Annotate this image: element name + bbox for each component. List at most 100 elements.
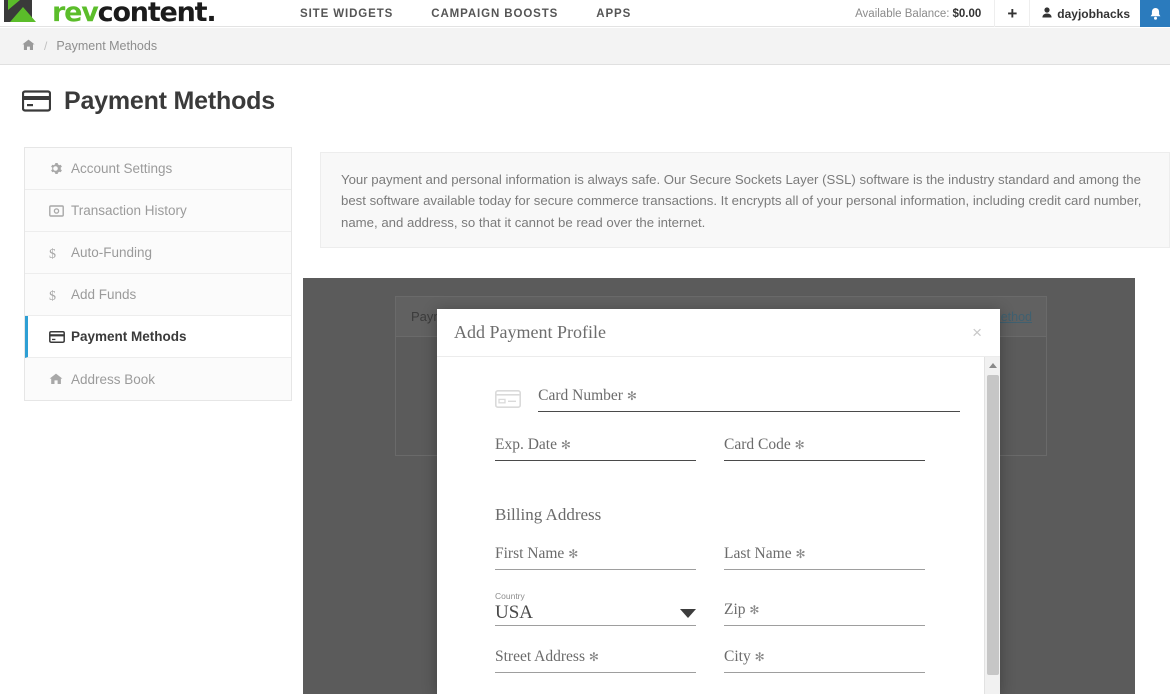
brand-wordmark: revcontent. xyxy=(52,0,217,28)
last-name-label: Last Name ✻ xyxy=(724,545,806,562)
balance-value: $0.00 xyxy=(952,7,982,20)
card-number-input[interactable] xyxy=(538,411,960,412)
dollar-icon: $ xyxy=(49,246,71,260)
name-row: First Name ✻ Last Name ✻ xyxy=(495,545,960,570)
breadcrumb-separator: / xyxy=(44,39,48,53)
country-label: Country xyxy=(495,591,525,601)
sidebar-item-account-settings[interactable]: Account Settings xyxy=(25,148,291,190)
add-payment-profile-modal: Add Payment Profile × Card Number ✻ Exp. xyxy=(437,309,1000,694)
scrollbar-thumb[interactable] xyxy=(987,375,999,675)
billing-address-heading: Billing Address xyxy=(495,505,602,524)
first-name-input[interactable] xyxy=(495,569,696,570)
required-mark: ✻ xyxy=(626,389,637,403)
home-icon xyxy=(49,373,71,385)
modal-scrollbar[interactable] xyxy=(984,357,1000,694)
first-name-field[interactable]: First Name ✻ xyxy=(495,545,696,570)
modal-title: Add Payment Profile xyxy=(454,322,606,342)
exp-date-label: Exp. Date ✻ xyxy=(495,436,571,453)
svg-text:$: $ xyxy=(49,289,56,302)
username-label: dayjobhacks xyxy=(1057,6,1130,21)
topnav-item-site-widgets[interactable]: SITE WIDGETS xyxy=(300,8,393,20)
breadcrumb: / Payment Methods xyxy=(0,28,1170,65)
sidebar-item-transaction-history[interactable]: Transaction History xyxy=(25,190,291,232)
credit-card-icon xyxy=(495,390,538,412)
required-mark: ✻ xyxy=(568,547,579,561)
dollar-icon: $ xyxy=(49,288,71,302)
security-notice: Your payment and personal information is… xyxy=(320,152,1170,249)
breadcrumb-current: Payment Methods xyxy=(56,39,158,53)
country-underline xyxy=(495,625,696,627)
sidebar-item-label: Add Funds xyxy=(71,287,137,302)
svg-text:$: $ xyxy=(49,247,56,260)
city-label: City ✻ xyxy=(724,648,765,666)
last-name-field[interactable]: Last Name ✻ xyxy=(724,545,925,570)
settings-sidebar: Account Settings Transaction History $ A… xyxy=(24,147,292,401)
brand-content: content. xyxy=(97,0,217,28)
sidebar-item-payment-methods[interactable]: Payment Methods xyxy=(25,316,291,358)
street-address-label: Street Address ✻ xyxy=(495,648,599,666)
country-zip-row: Country USA Zip ✻ xyxy=(495,591,960,627)
zip-label: Zip ✻ xyxy=(724,601,760,618)
exp-date-input[interactable] xyxy=(495,460,696,461)
first-name-label: First Name ✻ xyxy=(495,545,579,562)
credit-card-icon xyxy=(22,90,51,112)
brand-logo[interactable]: revcontent. xyxy=(0,0,256,28)
page-header: Payment Methods xyxy=(0,66,1170,136)
country-select-inner[interactable]: USA xyxy=(495,601,696,626)
card-number-label: Card Number ✻ xyxy=(538,387,637,404)
exp-code-row: Exp. Date ✻ Card Code ✻ xyxy=(495,436,960,461)
user-icon xyxy=(1042,6,1052,21)
sidebar-item-label: Transaction History xyxy=(71,203,187,218)
zip-field[interactable]: Zip ✻ xyxy=(724,592,925,626)
required-mark: ✻ xyxy=(588,650,599,665)
exp-date-field[interactable]: Exp. Date ✻ xyxy=(495,436,696,461)
city-input[interactable] xyxy=(724,672,925,674)
modal-header: Add Payment Profile × xyxy=(437,309,1000,357)
bell-icon[interactable] xyxy=(1140,0,1170,27)
required-mark: ✻ xyxy=(754,650,765,665)
user-menu-button[interactable]: dayjobhacks xyxy=(1030,0,1140,27)
required-mark: ✻ xyxy=(560,438,571,452)
card-code-input[interactable] xyxy=(724,460,925,461)
city-field[interactable]: City ✻ xyxy=(724,648,925,674)
close-icon[interactable]: × xyxy=(972,324,982,341)
card-number-field[interactable]: Card Number ✻ xyxy=(538,387,960,412)
sidebar-item-label: Payment Methods xyxy=(71,329,187,344)
country-select[interactable]: Country USA xyxy=(495,591,696,627)
top-bar: revcontent. SITE WIDGETS CAMPAIGN BOOSTS… xyxy=(0,0,1170,27)
sidebar-item-label: Account Settings xyxy=(71,161,173,176)
modal-body: Card Number ✻ Exp. Date ✻ Card Code ✻ Bi… xyxy=(437,357,1000,694)
gear-icon xyxy=(49,162,71,175)
available-balance: Available Balance: $0.00 xyxy=(842,0,994,27)
sidebar-item-add-funds[interactable]: $ Add Funds xyxy=(25,274,291,316)
street-address-input[interactable] xyxy=(495,672,696,674)
sidebar-item-label: Auto-Funding xyxy=(71,245,153,260)
required-mark: ✻ xyxy=(794,438,805,452)
card-code-label: Card Code ✻ xyxy=(724,436,805,453)
last-name-input[interactable] xyxy=(724,569,925,570)
street-city-row: Street Address ✻ City ✻ xyxy=(495,648,960,674)
topnav-item-apps[interactable]: APPS xyxy=(596,8,631,20)
street-address-field[interactable]: Street Address ✻ xyxy=(495,648,696,674)
sidebar-item-label: Address Book xyxy=(71,371,156,387)
top-right-cluster: Available Balance: $0.00 + dayjobhacks xyxy=(842,0,1170,27)
top-navigation: SITE WIDGETS CAMPAIGN BOOSTS APPS xyxy=(300,0,631,27)
page-title: Payment Methods xyxy=(64,86,275,115)
card-number-row: Card Number ✻ xyxy=(495,387,960,412)
topnav-item-campaign-boosts[interactable]: CAMPAIGN BOOSTS xyxy=(431,8,558,20)
balance-label: Available Balance: xyxy=(855,7,950,20)
add-funds-button[interactable]: + xyxy=(994,0,1031,27)
sidebar-item-auto-funding[interactable]: $ Auto-Funding xyxy=(25,232,291,274)
money-bill-icon xyxy=(49,204,71,217)
home-icon[interactable] xyxy=(22,39,35,54)
chevron-down-icon[interactable] xyxy=(680,609,696,619)
zip-input[interactable] xyxy=(724,625,925,626)
card-code-field[interactable]: Card Code ✻ xyxy=(724,436,925,461)
required-mark: ✻ xyxy=(795,547,806,561)
scroll-up-arrow-icon[interactable] xyxy=(985,357,1000,373)
country-value: USA xyxy=(495,601,534,623)
sidebar-item-address-book[interactable]: Address Book xyxy=(25,358,291,400)
required-mark: ✻ xyxy=(749,603,760,617)
brand-rev: rev xyxy=(52,0,99,28)
revcontent-logo-icon xyxy=(2,0,48,27)
